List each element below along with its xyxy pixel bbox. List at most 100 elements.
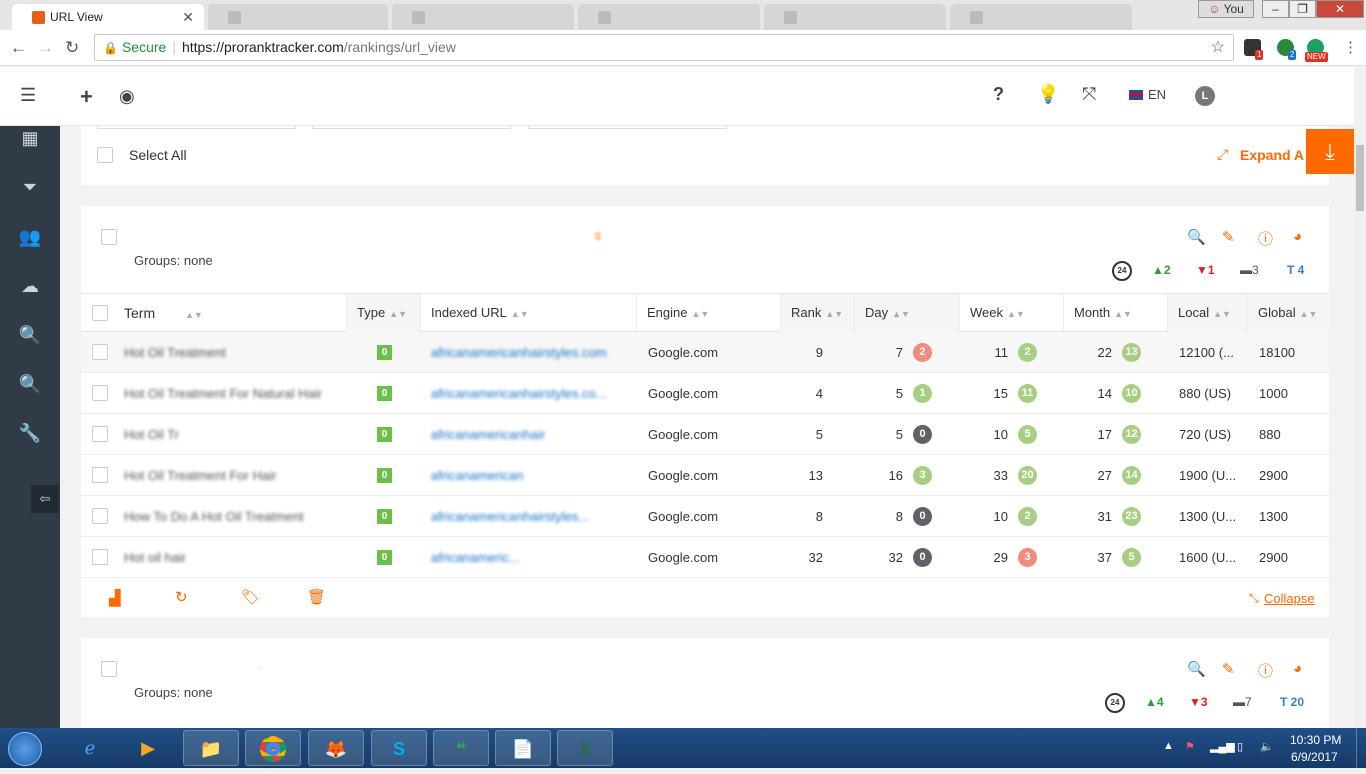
- filter-icon[interactable]: ⏷: [0, 177, 60, 198]
- chrome-icon[interactable]: [245, 730, 301, 766]
- term-cell[interactable]: Hot Oil Treatment For Hair: [124, 455, 336, 496]
- edit-icon[interactable]: ✎: [1222, 228, 1235, 246]
- lightbulb-icon[interactable]: 💡: [1037, 84, 1059, 105]
- filter-input-edge[interactable]: [312, 126, 511, 129]
- column-header-term[interactable]: Term ▲▼: [114, 294, 347, 332]
- column-header-week[interactable]: Week ▲▼: [960, 294, 1064, 332]
- group-checkbox[interactable]: [101, 661, 117, 677]
- back-icon[interactable]: ←: [10, 38, 27, 58]
- filter-input-edge[interactable]: [97, 126, 296, 129]
- column-header-rank[interactable]: Rank ▲▼: [781, 294, 855, 332]
- network-alert-icon[interactable]: ⚑: [1185, 740, 1195, 753]
- wrench-icon[interactable]: 🔧: [0, 423, 60, 444]
- firefox-icon[interactable]: 🦊: [308, 730, 364, 766]
- column-header-global[interactable]: Global ▲▼: [1248, 294, 1329, 332]
- 24h-history-icon[interactable]: 24: [1105, 693, 1125, 713]
- term-cell[interactable]: How To Do A Hot Oil Treatment: [124, 496, 336, 537]
- column-header-type[interactable]: Type ▲▼: [347, 294, 421, 332]
- select-all-checkbox[interactable]: [97, 147, 113, 163]
- indexed-url-link[interactable]: africanamerican: [431, 455, 621, 496]
- indexed-url-link[interactable]: africanameric...: [431, 537, 621, 578]
- expand-all-link[interactable]: Expand A: [1240, 147, 1304, 163]
- close-icon[interactable]: ✕: [182, 9, 194, 26]
- file-explorer-icon[interactable]: 📁: [183, 730, 239, 766]
- language-selector[interactable]: EN: [1148, 87, 1166, 102]
- indexed-url-link[interactable]: africanamericanhairstyles.co...: [431, 373, 621, 414]
- forward-icon[interactable]: →: [37, 38, 54, 58]
- column-header-engine[interactable]: Engine ▲▼: [637, 294, 781, 332]
- excel-icon[interactable]: X: [557, 730, 613, 766]
- hangouts-icon[interactable]: ❝: [433, 730, 489, 766]
- header-checkbox[interactable]: [92, 305, 108, 321]
- search-icon[interactable]: 🔍: [1187, 660, 1206, 678]
- chart-pie-icon[interactable]: ◕: [1293, 660, 1302, 677]
- clock-date[interactable]: 6/9/2017: [1291, 750, 1338, 764]
- bookmark-star-icon[interactable]: ☆: [1211, 35, 1225, 60]
- info-icon[interactable]: ⓘ: [1258, 660, 1273, 681]
- edit-icon[interactable]: ✎: [1222, 660, 1235, 678]
- chart-pie-icon[interactable]: ◕: [1293, 228, 1302, 245]
- internet-explorer-icon[interactable]: ℯ: [62, 730, 118, 766]
- media-player-icon[interactable]: ▶: [120, 730, 176, 766]
- indexed-url-link[interactable]: africanamericanhairstyles.com: [431, 332, 621, 373]
- filter-input-edge[interactable]: [528, 126, 727, 129]
- table-row[interactable]: Hot Oil Treatment 0 africanamericanhairsty…: [81, 332, 1329, 373]
- tab-3[interactable]: [392, 4, 574, 30]
- address-bar[interactable]: 🔒 Secure | https://proranktracker.com/ranki…: [94, 34, 1234, 61]
- menu-kebab-icon[interactable]: ⋮: [1343, 38, 1358, 56]
- row-checkbox[interactable]: [92, 467, 108, 483]
- tab-5[interactable]: [764, 4, 946, 30]
- show-desktop-button[interactable]: [1356, 728, 1366, 768]
- cloud-upload-icon[interactable]: ☁: [0, 276, 60, 297]
- tab-url-view[interactable]: URL View ✕: [12, 4, 204, 30]
- row-checkbox[interactable]: [92, 508, 108, 524]
- profile-button[interactable]: ☺ You: [1198, 0, 1254, 18]
- term-cell[interactable]: Hot Oil Tr: [124, 414, 336, 455]
- clock-time[interactable]: 10:30 PM: [1290, 733, 1341, 747]
- add-icon[interactable]: +: [80, 84, 93, 110]
- column-header-indexed-url[interactable]: Indexed URL ▲▼: [421, 294, 637, 332]
- table-row[interactable]: Hot oil hair 0 africanameric... Google.com 3…: [81, 537, 1329, 578]
- indexed-url-link[interactable]: africanamericanhair: [431, 414, 621, 455]
- fullscreen-icon[interactable]: ⤧: [1082, 84, 1096, 105]
- refresh-icon[interactable]: ↻: [175, 588, 188, 606]
- minimize-button[interactable]: –: [1262, 0, 1289, 18]
- indexed-url-link[interactable]: africanamericanhairstyles...: [431, 496, 621, 537]
- maximize-button[interactable]: ❐: [1289, 0, 1316, 18]
- download-icon[interactable]: ⤓: [1306, 129, 1354, 174]
- term-cell[interactable]: Hot Oil Treatment For Natural Hair: [124, 373, 336, 414]
- help-icon[interactable]: ?: [993, 84, 1004, 105]
- trash-icon[interactable]: 🗑: [307, 588, 326, 606]
- volume-icon[interactable]: 🔈: [1260, 740, 1274, 753]
- avatar[interactable]: L: [1195, 86, 1215, 106]
- row-checkbox[interactable]: [92, 385, 108, 401]
- tab-6[interactable]: [950, 4, 1132, 30]
- search-icon[interactable]: 🔍: [1187, 228, 1206, 246]
- sign-out-icon[interactable]: ⇦: [31, 485, 59, 513]
- table-row[interactable]: Hot Oil Treatment For Natural Hair 0 afric…: [81, 373, 1329, 414]
- table-row[interactable]: How To Do A Hot Oil Treatment 0 africaname…: [81, 496, 1329, 537]
- tab-2[interactable]: [208, 4, 388, 30]
- group-checkbox[interactable]: [101, 229, 117, 245]
- scrollbar-thumb[interactable]: [1356, 145, 1364, 211]
- column-header-month[interactable]: Month ▲▼: [1064, 294, 1168, 332]
- column-header-day[interactable]: Day ▲▼: [855, 294, 960, 332]
- info-icon[interactable]: ⓘ: [1258, 228, 1273, 249]
- page-scrollbar[interactable]: [1354, 67, 1366, 728]
- users-icon[interactable]: 👥: [0, 227, 60, 248]
- bar-chart-icon[interactable]: ▟: [109, 589, 121, 607]
- skype-icon[interactable]: S: [371, 730, 427, 766]
- column-header-local[interactable]: Local ▲▼: [1168, 294, 1248, 332]
- search-icon[interactable]: 🔍: [0, 374, 60, 395]
- reload-icon[interactable]: ↻: [65, 38, 79, 58]
- row-checkbox[interactable]: [92, 549, 108, 565]
- start-button[interactable]: [8, 732, 42, 766]
- tags-icon[interactable]: 🏷: [241, 588, 260, 606]
- search-icon[interactable]: 🔍: [0, 325, 60, 346]
- table-row[interactable]: Hot Oil Tr 0 africanamericanhair Google.com…: [81, 414, 1329, 455]
- table-row[interactable]: Hot Oil Treatment For Hair 0 africanameric…: [81, 455, 1329, 496]
- hamburger-menu-icon[interactable]: ☰: [20, 85, 36, 106]
- tab-4[interactable]: [578, 4, 760, 30]
- 24h-history-icon[interactable]: 24: [1112, 261, 1132, 281]
- tray-expand-icon[interactable]: ▲: [1163, 740, 1174, 752]
